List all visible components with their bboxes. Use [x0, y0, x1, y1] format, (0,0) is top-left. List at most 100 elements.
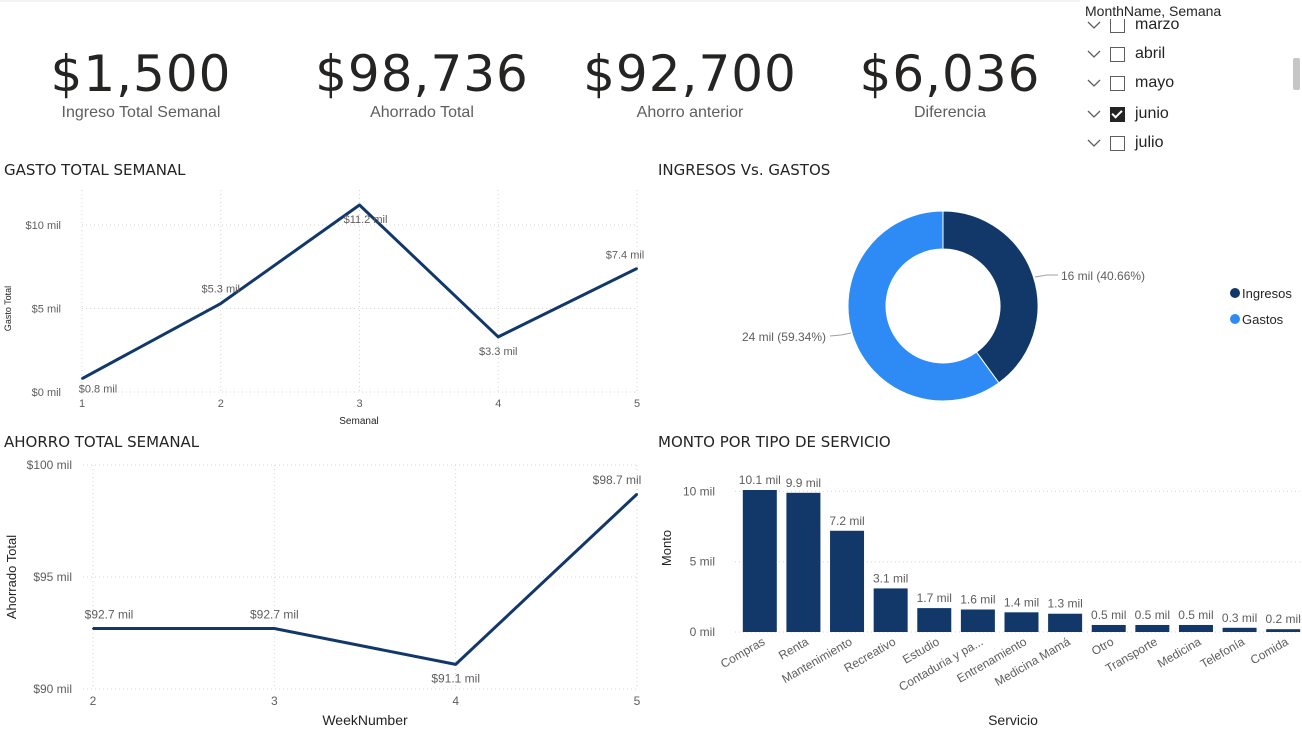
data-label: 0.2 mil	[1266, 612, 1301, 626]
data-point	[92, 627, 94, 630]
slicer-item-label: junio	[1135, 105, 1169, 122]
x-tick-label: 1	[79, 398, 85, 410]
x-tick-label: Medicina	[1155, 634, 1204, 670]
y-axis-title: Ahorrado Total	[4, 535, 19, 619]
data-label: 1.6 mil	[960, 593, 995, 607]
ahorro-line-chart: $90 mil $95 mil $100 mil 2 3 4 5 WeekNumber Ahor…	[4, 458, 642, 728]
kpi-diferencia: $6,036 Diferencia	[820, 40, 1080, 122]
gasto-line-chart: $0 mil $5 mil $10 mil 1 2 3 4 5 Semanal Gasto Tot…	[3, 190, 645, 427]
legend-label: Gastos	[1242, 312, 1284, 327]
leader-line	[829, 332, 852, 337]
ingresos-gastos-donut-chart: 16 mil (40.66%) 24 mil (59.34%) Ingresos Ga…	[742, 210, 1292, 402]
checkbox-checked[interactable]	[1110, 106, 1125, 122]
chart-title-donut: INGRESOS Vs. GASTOS	[658, 161, 831, 179]
chevron-down-icon[interactable]	[1086, 46, 1102, 62]
data-label: 16 mil (40.66%)	[1061, 269, 1145, 283]
chevron-down-icon[interactable]	[1086, 17, 1102, 33]
y-tick-label: $95 mil	[33, 570, 72, 584]
bar	[1135, 624, 1170, 632]
chevron-down-icon[interactable]	[1086, 135, 1102, 151]
data-label: 0.5 mil	[1091, 608, 1126, 622]
checkbox[interactable]	[1110, 135, 1125, 151]
y-axis-title: Gasto Total	[3, 286, 13, 331]
series-line	[81, 203, 638, 380]
data-point	[636, 267, 638, 270]
y-tick-label: 10 mil	[683, 484, 715, 498]
bar	[1091, 624, 1126, 632]
top-border	[0, 0, 1080, 2]
kpi-ahorro-anterior: $92,700 Ahorro anterior	[560, 40, 820, 122]
series-line	[93, 493, 639, 666]
data-label: 24 mil (59.34%)	[742, 330, 826, 344]
slicer-item-abril[interactable]: abril	[1086, 43, 1165, 65]
data-label: 1.3 mil	[1047, 597, 1082, 611]
data-label: $92.7 mil	[250, 608, 299, 622]
data-label: 0.5 mil	[1178, 608, 1213, 622]
x-tick-label: 3	[356, 398, 362, 410]
monto-bar-chart: 0 mil 5 mil 10 mil Monto Servicio 10.1 mil Com…	[659, 473, 1302, 728]
data-point	[219, 302, 222, 305]
chart-title-monto: MONTO POR TIPO DE SERVICIO	[658, 433, 891, 451]
data-point	[497, 335, 500, 338]
chart-title-gasto: GASTO TOTAL SEMANAL	[4, 161, 186, 179]
bar	[1266, 629, 1301, 632]
x-tick-label: 5	[634, 694, 641, 708]
data-label: $92.7 mil	[85, 608, 134, 622]
x-axis-title: Servicio	[988, 712, 1038, 728]
data-label: 3.1 mil	[873, 571, 908, 585]
data-label: $0.8 mil	[79, 384, 118, 396]
donut-slice-ingresos	[942, 210, 1039, 384]
x-tick-label: Telefonía	[1198, 634, 1247, 671]
kpi-value: $98,736	[315, 45, 529, 103]
chevron-down-icon[interactable]	[1086, 106, 1102, 122]
data-label: 0.3 mil	[1222, 611, 1257, 625]
y-tick-label: $90 mil	[33, 682, 72, 696]
data-label: $3.3 mil	[479, 346, 518, 358]
x-tick-label: Medicina Mamá	[992, 634, 1073, 689]
slicer-item-julio[interactable]: julio	[1086, 132, 1163, 154]
kpi-value: $6,036	[859, 45, 1041, 103]
x-axis-title: WeekNumber	[322, 712, 408, 728]
data-label: $7.4 mil	[606, 249, 645, 261]
y-tick-label: $100 mil	[27, 458, 72, 472]
slicer-item-label: julio	[1135, 134, 1164, 151]
bar	[1178, 624, 1213, 632]
data-label: 7.2 mil	[829, 514, 864, 528]
chevron-down-icon[interactable]	[1086, 75, 1102, 91]
kpi-ingreso-total-semanal: $1,500 Ingreso Total Semanal	[11, 40, 271, 122]
y-axis-title: Monto	[659, 530, 674, 566]
bar	[1048, 613, 1083, 632]
x-tick-label: 3	[271, 694, 278, 708]
bar	[830, 530, 865, 632]
y-tick-label: $5 mil	[32, 304, 61, 316]
bar	[1004, 612, 1039, 632]
y-tick-label: 5 mil	[690, 555, 715, 569]
month-week-slicer[interactable]: marzo MonthName, Semana abril mayo junio…	[1080, 0, 1302, 160]
x-tick-label: 5	[634, 398, 640, 410]
data-label: $5.3 mil	[201, 284, 240, 296]
leader-line	[1034, 274, 1058, 278]
y-tick-label: 0 mil	[690, 625, 715, 639]
slicer-scrollbar[interactable]	[1293, 58, 1300, 90]
checkbox[interactable]	[1110, 17, 1125, 33]
kpi-value: $1,500	[50, 45, 232, 103]
checkbox[interactable]	[1110, 46, 1125, 62]
legend-label: Ingresos	[1242, 286, 1292, 301]
slicer-item-mayo[interactable]: mayo	[1086, 72, 1174, 94]
x-tick-label: 2	[90, 694, 97, 708]
checkbox[interactable]	[1110, 75, 1125, 91]
data-label: 9.9 mil	[786, 476, 821, 490]
bar	[1222, 627, 1257, 632]
data-label: $98.7 mil	[593, 473, 642, 487]
chart-title-ahorro: AHORRO TOTAL SEMANAL	[4, 433, 200, 451]
x-tick-label: 4	[452, 694, 459, 708]
y-tick-label: $10 mil	[26, 220, 61, 232]
kpi-ahorrado-total: $98,736 Ahorrado Total	[292, 40, 552, 122]
data-label: 1.4 mil	[1004, 595, 1039, 609]
bar	[786, 492, 821, 632]
x-tick-label: Otro	[1089, 634, 1116, 658]
x-tick-label: Comida	[1248, 634, 1291, 667]
data-point	[358, 204, 361, 206]
x-tick-label: 2	[218, 398, 224, 410]
slicer-item-junio[interactable]: junio	[1086, 103, 1169, 125]
